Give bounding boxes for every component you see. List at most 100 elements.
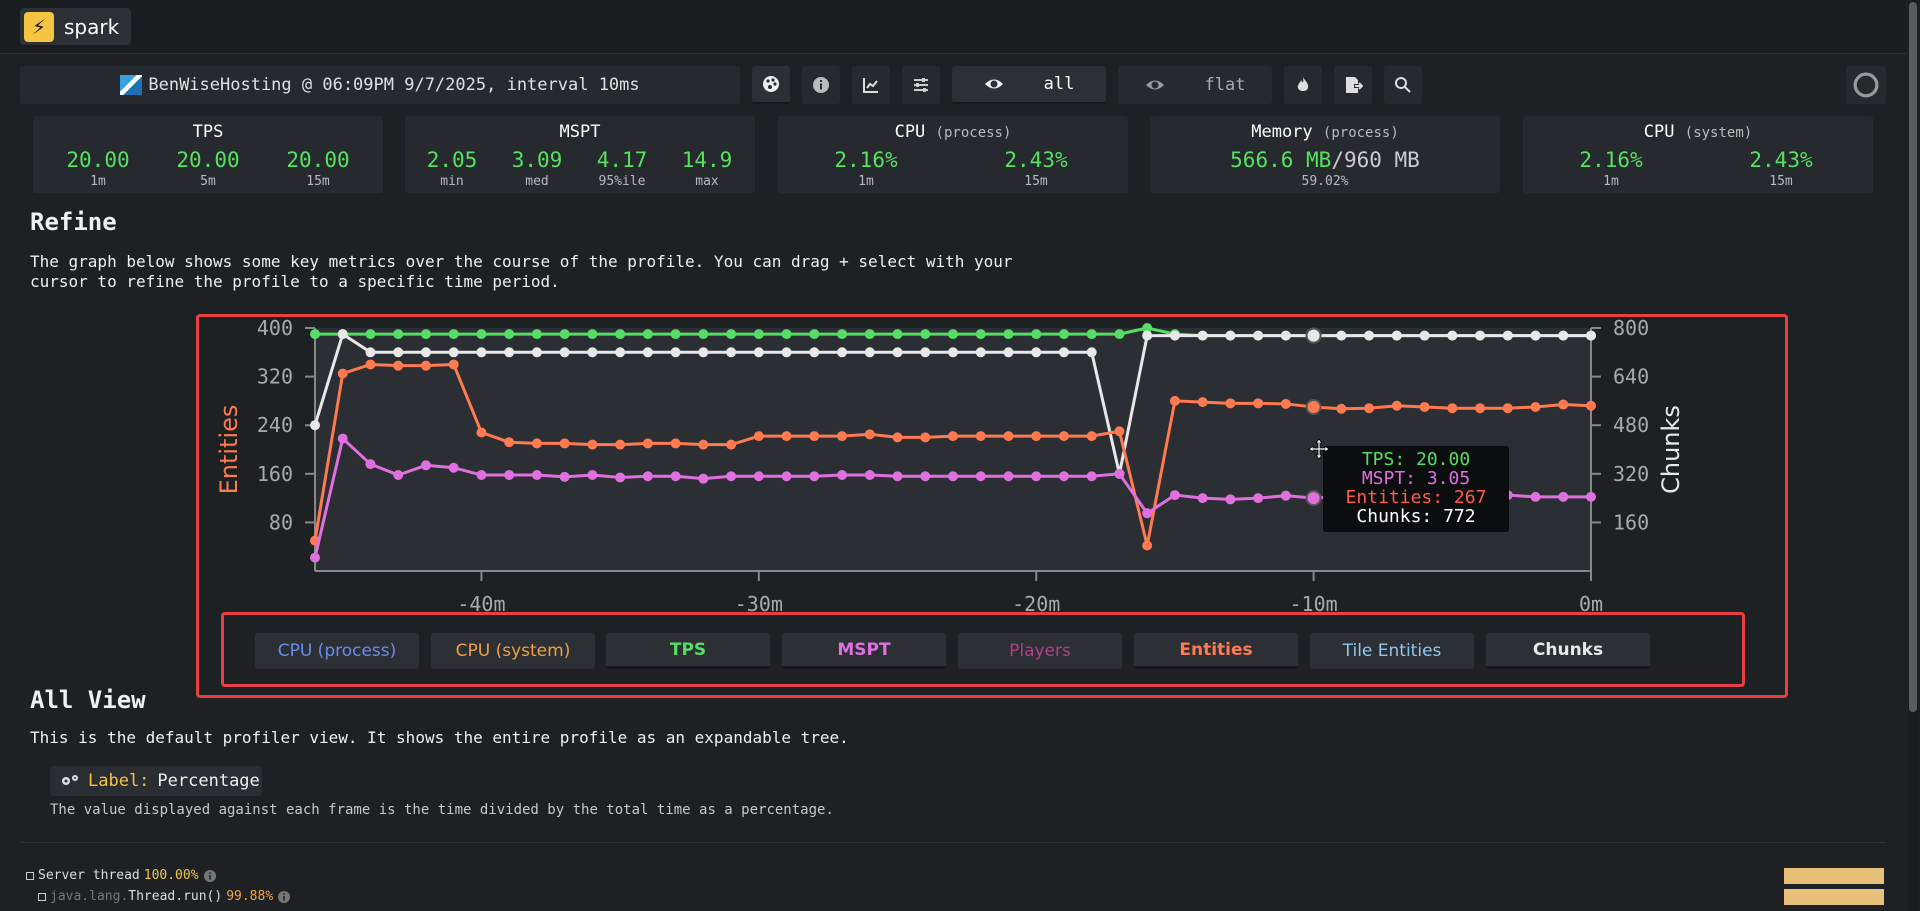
data-point-mspt — [809, 471, 820, 482]
info-icon[interactable] — [203, 869, 217, 883]
label-prefix: Label: — [88, 771, 150, 791]
legend-toggle-players[interactable]: Players — [958, 633, 1122, 669]
legend-toggle-tps[interactable]: TPS — [606, 633, 770, 669]
y-tick-label: 80 — [269, 510, 293, 534]
widgets-button[interactable] — [752, 66, 790, 104]
legend-toggle-entities[interactable]: Entities — [1134, 633, 1298, 669]
fire-icon — [1297, 77, 1309, 91]
legend-toggle-chunks[interactable]: Chunks — [1486, 633, 1650, 669]
data-point-chunks — [948, 347, 958, 358]
legend-toggle-cpu-process[interactable]: CPU (process) — [255, 633, 419, 669]
data-point-entities — [1114, 426, 1125, 437]
data-point-mspt — [420, 460, 431, 471]
profile-info-text: BenWiseHosting @ 06:09PM 9/7/2025, inter… — [148, 75, 640, 95]
data-point-mspt — [337, 433, 348, 444]
tree-node-package: java.lang. — [50, 889, 129, 904]
metrics-chart[interactable]: 40032024016080800640480320160-40m -30m -20… — [199, 317, 1785, 617]
tps-15m-label: 15m — [306, 174, 330, 189]
data-point-chunks — [1530, 330, 1541, 341]
data-point-chunks — [920, 347, 931, 358]
data-point-mspt — [587, 470, 598, 481]
flame-button[interactable] — [1284, 66, 1322, 104]
memory-percent: 59.02% — [1301, 174, 1349, 189]
legend-toggle-cpu-system[interactable]: CPU (system) — [431, 633, 595, 669]
data-point-entities — [1003, 431, 1014, 442]
data-point-entities — [587, 439, 598, 450]
flame-bar[interactable] — [1784, 868, 1884, 884]
data-point-mspt — [615, 472, 626, 483]
refine-description: The graph below shows some key metrics o… — [30, 252, 1013, 291]
chart-tooltip: TPS: 20.00 MSPT: 3.05 Entities: 267 Chun… — [1323, 446, 1509, 532]
data-point-entities — [337, 368, 348, 379]
tree-node[interactable]: java.lang. Thread.run() 99.88% — [38, 889, 291, 904]
data-point-entities — [1391, 400, 1402, 411]
data-point-tps — [476, 329, 487, 340]
line-chart-icon — [863, 78, 878, 93]
memory-title: Memory (process) — [1251, 122, 1399, 142]
legend-toggle-tile-entities[interactable]: Tile Entities — [1310, 633, 1474, 669]
data-point-chunks — [310, 420, 320, 431]
data-point-mspt — [1197, 493, 1208, 504]
expand-icon[interactable] — [38, 892, 46, 901]
view-all-toggle[interactable]: all — [952, 66, 1106, 104]
data-point-mspt — [559, 471, 570, 482]
tps-title: TPS — [192, 122, 224, 142]
data-point-tps — [1086, 329, 1097, 340]
data-point-mspt — [365, 459, 376, 470]
y2-tick-label: 320 — [1613, 462, 1649, 486]
data-point-entities — [642, 438, 653, 449]
app-header: ⚡ spark — [0, 0, 1906, 54]
data-point-mspt — [975, 471, 986, 482]
data-point-entities — [837, 431, 848, 442]
memory-usage: 566.6 MB/960 MB — [1230, 148, 1420, 172]
data-point-tps — [698, 329, 709, 340]
tree-node-percent: 99.88% — [226, 889, 274, 904]
data-point-mspt — [920, 471, 931, 482]
data-point-mspt — [393, 470, 404, 481]
app-logo[interactable]: ⚡ spark — [20, 8, 132, 45]
cpu-system-title: CPU (system) — [1643, 122, 1753, 142]
data-point-mspt — [948, 471, 958, 482]
data-point-chunks — [504, 347, 515, 358]
tree-node-percent: 100.00% — [143, 868, 199, 883]
data-point-chunks — [670, 347, 681, 358]
data-point-mspt — [1253, 493, 1264, 504]
settings-button[interactable] — [902, 66, 940, 104]
legend-toggle-mspt[interactable]: MSPT — [782, 633, 946, 669]
info-icon[interactable] — [277, 890, 291, 904]
graph-button[interactable] — [852, 66, 890, 104]
sliders-icon — [914, 78, 928, 92]
scrollbar-thumb[interactable] — [1909, 2, 1917, 712]
search-button[interactable] — [1384, 66, 1422, 104]
data-point-chunks — [642, 347, 653, 358]
data-point-entities — [1336, 403, 1347, 414]
data-point-entities — [1447, 403, 1458, 414]
data-point-tps — [559, 329, 570, 340]
right-axis-title: Chunks — [1657, 405, 1685, 494]
export-button[interactable] — [1334, 66, 1372, 104]
data-point-entities — [504, 437, 515, 448]
data-point-tps — [531, 329, 542, 340]
view-flat-toggle[interactable]: flat — [1118, 66, 1272, 104]
hover-point — [1305, 490, 1322, 507]
flame-bar[interactable] — [1784, 889, 1884, 905]
collapse-icon[interactable] — [26, 871, 34, 880]
data-point-entities — [1558, 399, 1569, 410]
data-point-chunks — [1225, 330, 1236, 341]
data-point-chunks — [365, 347, 376, 358]
data-point-mspt — [1031, 471, 1042, 482]
data-point-chunks — [698, 347, 709, 358]
data-point-tps — [615, 329, 626, 340]
cpu-system-15m-label: 15m — [1769, 174, 1793, 189]
mspt-stat: MSPT 2.05 3.09 4.17 14.9 min med 95%ile … — [405, 116, 755, 193]
tree-node[interactable]: Server thread 100.00% — [26, 868, 217, 883]
account-button[interactable] — [1846, 66, 1886, 104]
data-point-chunks — [1031, 347, 1042, 358]
label-mode-selector[interactable]: Label: Percentage — [50, 766, 262, 796]
data-point-entities — [781, 431, 792, 442]
data-point-tps — [864, 329, 875, 340]
data-point-entities — [1475, 403, 1486, 414]
data-point-entities — [1364, 403, 1375, 414]
mspt-max: 14.9 — [681, 148, 733, 172]
info-button[interactable] — [802, 66, 840, 104]
